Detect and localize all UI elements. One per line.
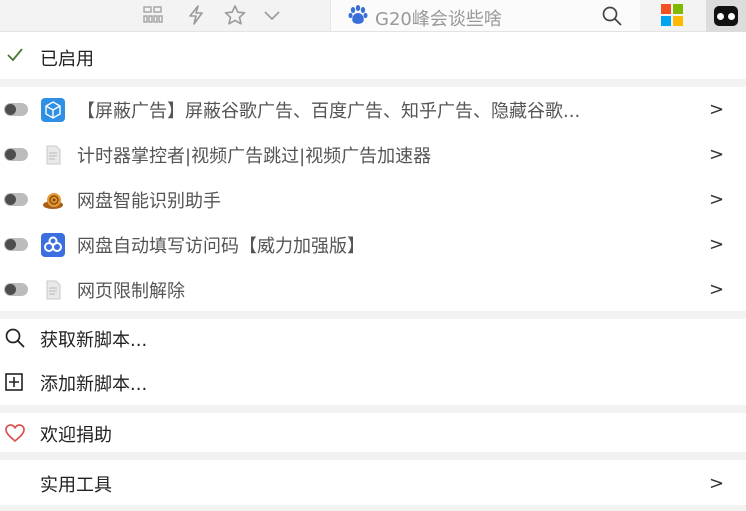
script-row-timer-controller[interactable]: 计时器掌控者|视频广告跳过|视频广告加速器 >	[0, 132, 746, 177]
script-toggle[interactable]	[4, 238, 28, 251]
get-new-scripts-item[interactable]: 获取新脚本...	[0, 316, 746, 361]
add-new-script-label: 添加新脚本...	[40, 373, 148, 395]
divider	[0, 505, 746, 511]
enabled-label: 已启用	[40, 48, 94, 70]
heart-icon	[4, 422, 26, 448]
plus-box-icon	[4, 372, 24, 396]
donate-label: 欢迎捐助	[40, 424, 112, 446]
search-query-text: G20峰会谈些啥	[375, 9, 502, 30]
tampermonkey-button[interactable]	[706, 0, 746, 32]
search-icon[interactable]	[601, 5, 623, 31]
paw-icon	[347, 4, 369, 30]
grid-icon[interactable]	[142, 3, 164, 27]
cube-icon	[41, 97, 65, 122]
address-search-box[interactable]: G20峰会谈些啥	[330, 0, 640, 31]
windows-logo-icon[interactable]	[661, 4, 683, 26]
utilities-label: 实用工具	[40, 474, 112, 496]
utilities-item[interactable]: 实用工具 >	[0, 461, 746, 506]
chevron-down-icon[interactable]	[262, 3, 282, 27]
checkmark-icon	[6, 47, 24, 67]
divider	[0, 79, 746, 87]
add-new-script-item[interactable]: 添加新脚本...	[0, 360, 746, 405]
script-toggle[interactable]	[4, 283, 28, 296]
tampermonkey-icon	[714, 6, 738, 26]
script-name: 网盘智能识别助手	[77, 190, 221, 212]
chevron-right-icon[interactable]: >	[709, 473, 724, 494]
script-row-netdisk-assistant[interactable]: 网盘智能识别助手 >	[0, 177, 746, 222]
script-row-netdisk-autofill[interactable]: 网盘自动填写访问码【威力加强版】 >	[0, 222, 746, 267]
script-toggle[interactable]	[4, 103, 28, 116]
divider	[0, 452, 746, 460]
chevron-right-icon[interactable]: >	[709, 234, 724, 255]
snail-icon	[41, 188, 65, 212]
chevron-right-icon[interactable]: >	[709, 144, 724, 165]
document-icon	[41, 278, 65, 302]
script-toggle[interactable]	[4, 148, 28, 161]
script-toggle[interactable]	[4, 193, 28, 206]
script-row-page-unlock[interactable]: 网页限制解除 >	[0, 267, 746, 312]
star-icon[interactable]	[223, 3, 247, 27]
chevron-right-icon[interactable]: >	[709, 99, 724, 120]
chevron-right-icon[interactable]: >	[709, 279, 724, 300]
script-name: 网页限制解除	[77, 280, 185, 302]
script-name: 网盘自动填写访问码【威力加强版】	[77, 235, 365, 257]
script-name: 【屏蔽广告】屏蔽谷歌广告、百度广告、知乎广告、隐藏谷歌...	[77, 100, 581, 122]
document-icon	[41, 143, 65, 167]
get-new-scripts-label: 获取新脚本...	[40, 329, 148, 351]
script-row-ad-block[interactable]: 【屏蔽广告】屏蔽谷歌广告、百度广告、知乎广告、隐藏谷歌... >	[0, 87, 746, 132]
search-icon	[4, 327, 26, 353]
browser-toolbar: G20峰会谈些啥	[0, 0, 746, 32]
enabled-toggle-row[interactable]: 已启用	[0, 35, 746, 80]
lightning-icon[interactable]	[186, 3, 206, 27]
chevron-right-icon[interactable]: >	[709, 189, 724, 210]
baidu-pan-icon	[41, 232, 65, 257]
donate-item[interactable]: 欢迎捐助	[0, 411, 746, 456]
script-name: 计时器掌控者|视频广告跳过|视频广告加速器	[77, 145, 432, 167]
